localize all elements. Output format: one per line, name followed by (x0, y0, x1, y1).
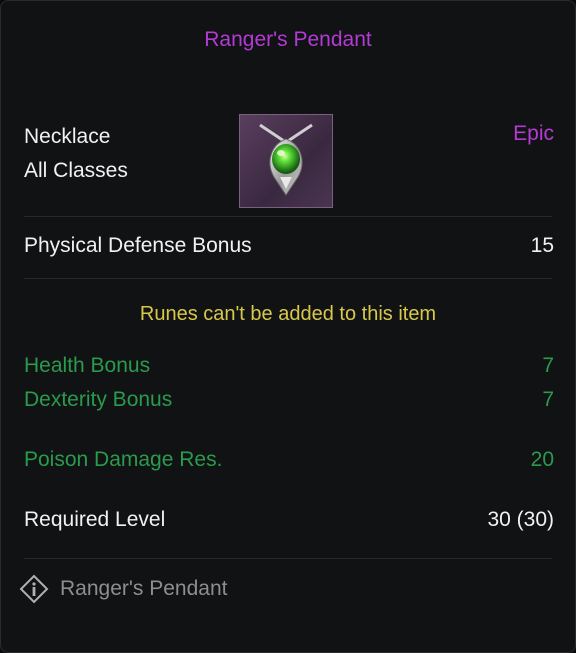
footer-item-name: Ranger's Pendant (60, 577, 228, 600)
divider (24, 216, 552, 217)
stat-row-health-bonus: Health Bonus 7 (24, 354, 554, 378)
item-type: Necklace (24, 125, 111, 148)
item-tooltip: Ranger's Pendant Necklace All Classes Ep… (0, 0, 576, 653)
info-diamond-icon[interactable] (19, 574, 49, 604)
stat-value: 7 (542, 388, 554, 411)
stat-value: 15 (530, 234, 554, 257)
item-icon-frame (239, 114, 333, 208)
stat-row-dexterity-bonus: Dexterity Bonus 7 (24, 388, 554, 412)
divider (24, 558, 552, 559)
stat-value: 7 (542, 354, 554, 377)
item-rarity: Epic (513, 122, 554, 145)
stat-label: Dexterity Bonus (24, 388, 173, 411)
stat-label: Physical Defense Bonus (24, 234, 252, 257)
item-title: Ranger's Pendant (204, 28, 372, 51)
green-gem-pendant-icon (259, 123, 313, 196)
item-header-info: Necklace All Classes (24, 120, 128, 188)
required-level-row: Required Level 30 (30) (24, 508, 554, 532)
required-level-value: 30 (30) (487, 508, 554, 531)
runes-notice: Runes can't be added to this item (139, 303, 437, 325)
stat-label: Poison Damage Res. (24, 448, 223, 471)
item-footer: Ranger's Pendant (19, 574, 227, 604)
stat-value: 20 (530, 448, 554, 471)
divider (24, 278, 552, 279)
stat-label: Health Bonus (24, 354, 151, 377)
stat-row-poison-res: Poison Damage Res. 20 (24, 448, 554, 472)
item-classes: All Classes (24, 159, 128, 182)
required-level-label: Required Level (24, 508, 166, 531)
stat-row-physical-defense: Physical Defense Bonus 15 (24, 234, 554, 258)
